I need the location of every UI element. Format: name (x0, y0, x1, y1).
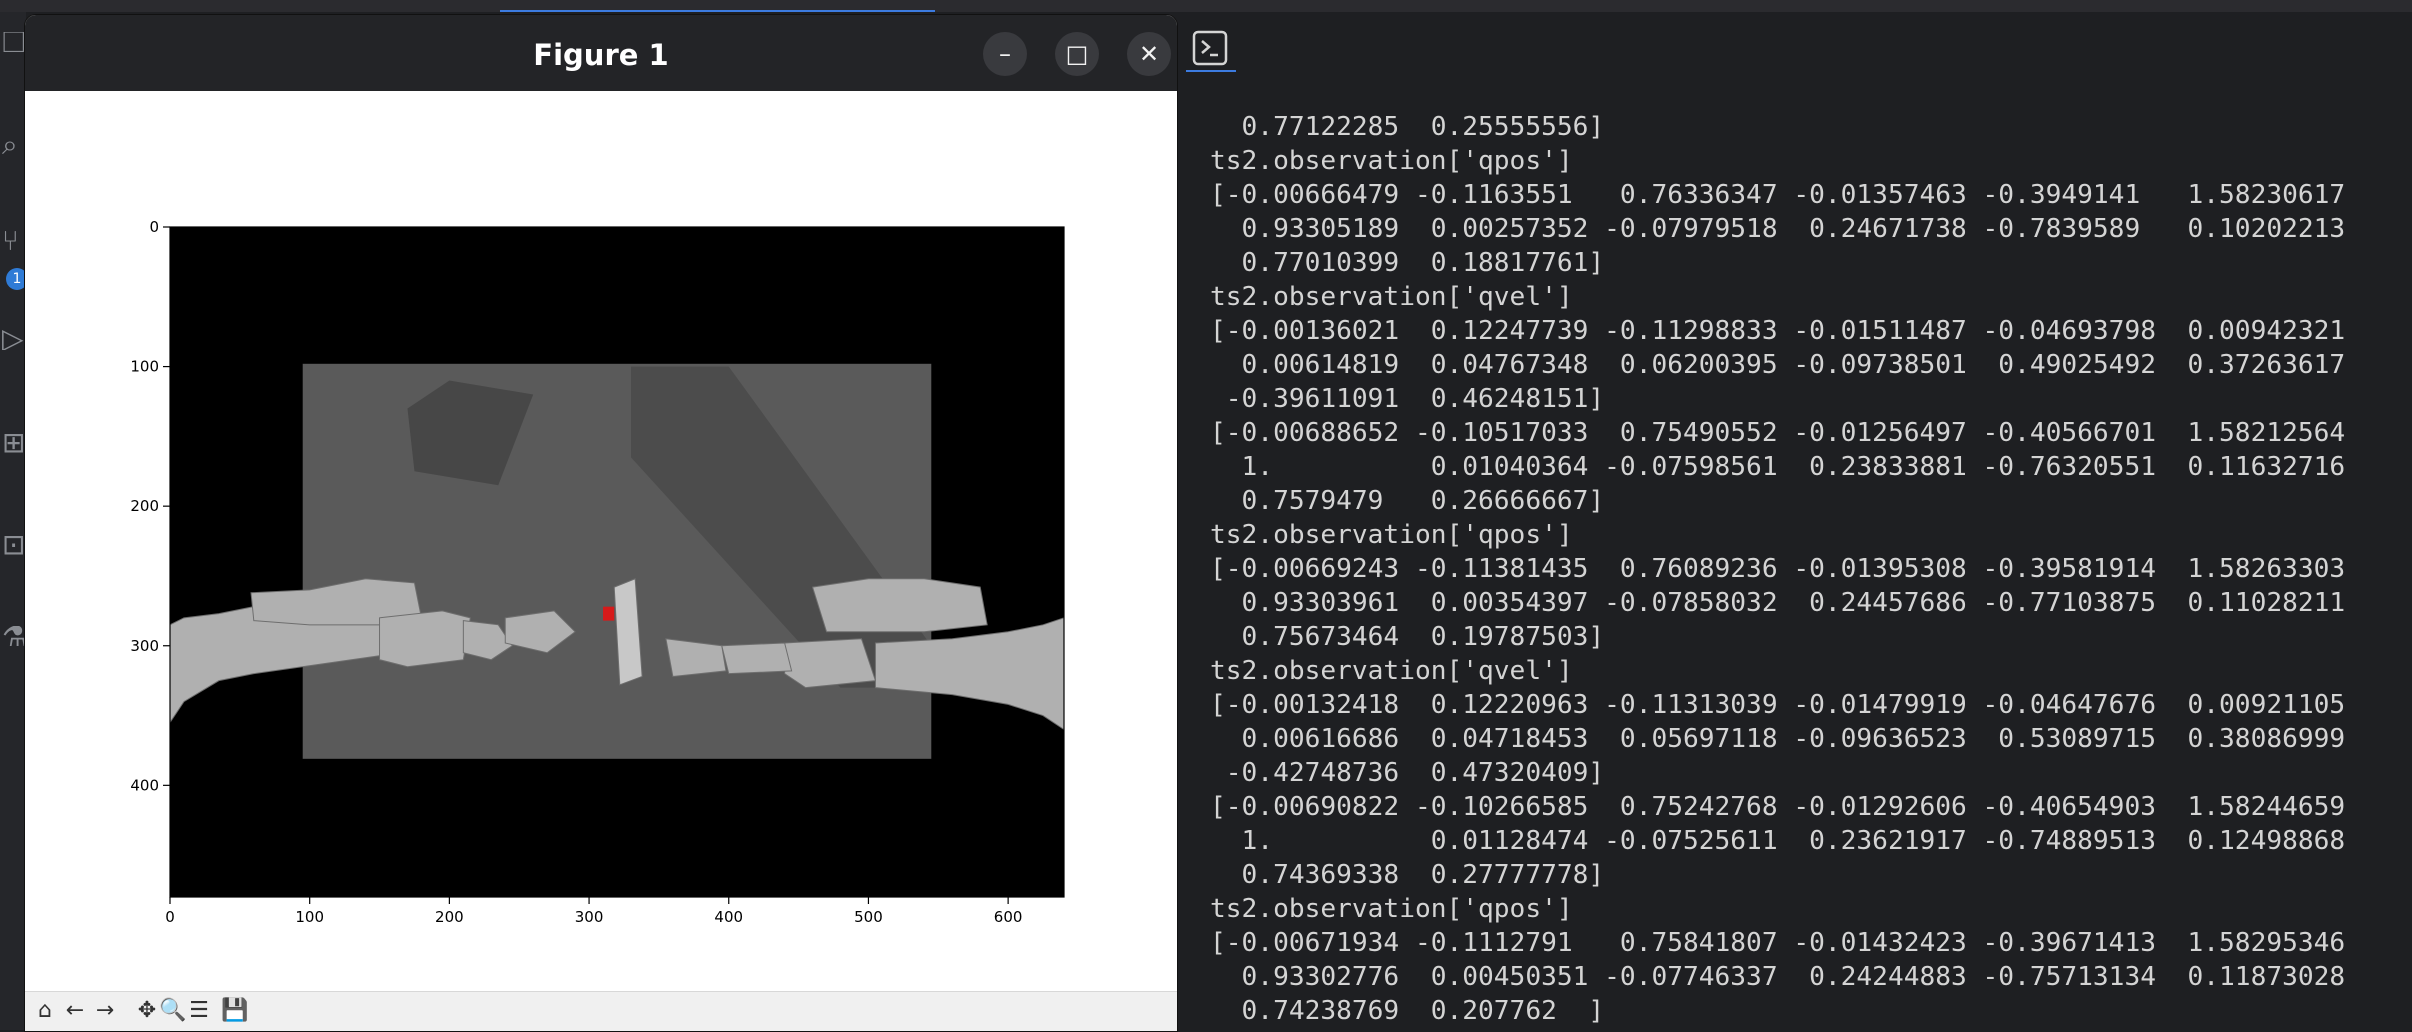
figure-titlebar[interactable]: Figure 1 – □ ✕ (25, 15, 1177, 91)
terminal-line: [-0.00669243 -0.11381435 0.76089236 -0.0… (1210, 554, 2346, 584)
x-tick-label: 100 (295, 908, 324, 926)
terminal-line: 0.93303961 0.00354397 -0.07858032 0.2445… (1210, 588, 2346, 618)
terminal-line: 0.77122285 0.25555556] (1210, 112, 1605, 142)
y-tick-label: 0 (149, 218, 159, 236)
run-debug-icon[interactable]: ▷ (2, 328, 24, 350)
x-tick-label: 300 (575, 908, 604, 926)
terminal-line: [-0.00132418 0.12220963 -0.11313039 -0.0… (1210, 690, 2346, 720)
rendered-camera-image (169, 227, 1065, 897)
editor-tab-strip (0, 0, 2412, 12)
configure-subplots-icon[interactable]: ☰ (185, 996, 213, 1026)
terminal-line: 0.75673464 0.19787503] (1210, 622, 1605, 652)
terminal-icon[interactable] (1192, 30, 1228, 66)
terminal-line: [-0.00666479 -0.1163551 0.76336347 -0.01… (1210, 180, 2346, 210)
home-icon[interactable]: ⌂ (31, 996, 59, 1026)
terminal-line: 1. 0.01040364 -0.07598561 0.23833881 -0.… (1210, 452, 2346, 482)
active-tab-indicator (500, 10, 935, 12)
terminal-line: 0.77010399 0.18817761] (1210, 248, 1605, 278)
right-arm-forearm (784, 638, 877, 689)
save-icon[interactable]: 💾 (221, 996, 249, 1026)
terminal-line: -0.42748736 0.47320409] (1210, 758, 1605, 788)
explorer-icon[interactable]: ❐ (2, 32, 24, 54)
y-tick-label: 200 (130, 497, 159, 515)
y-tick-label: 300 (130, 637, 159, 655)
terminal-tab-indicator (1186, 70, 1236, 72)
y-tick-label: 100 (130, 358, 159, 376)
terminal-line: [-0.00671934 -0.1112791 0.75841807 -0.01… (1210, 928, 2346, 958)
terminal-line: [-0.00690822 -0.10266585 0.75242768 -0.0… (1210, 792, 2346, 822)
figure-window: Figure 1 – □ ✕ 0 100 200 300 400 500 600 0 100 20… (24, 14, 1178, 1032)
red-target (603, 606, 615, 621)
terminal-line: 0.74238769 0.207762 ] (1210, 996, 1605, 1026)
activity-bar: ❐ ⌕ ⑂ 1 ▷ ⊞ ⊡ ⚗ (0, 12, 28, 1030)
back-icon[interactable]: ← (61, 996, 89, 1026)
testing-icon[interactable]: ⚗ (2, 626, 24, 648)
x-tick-label: 200 (435, 908, 464, 926)
left-arm-forearm (379, 610, 471, 668)
terminal-line: [-0.00136021 0.12247739 -0.11298833 -0.0… (1210, 316, 2346, 346)
right-wrist (721, 642, 793, 675)
terminal-line: ts2.observation['qpos'] (1210, 520, 1573, 550)
x-tick-label: 0 (165, 908, 175, 926)
terminal-line: 0.00616686 0.04718453 0.05697118 -0.0963… (1210, 724, 2346, 754)
pan-icon[interactable]: ✥ (133, 996, 161, 1026)
minimize-button[interactable]: – (983, 32, 1027, 76)
plot-canvas[interactable]: 0 100 200 300 400 500 600 0 100 200 300 400 (25, 91, 1177, 991)
terminal-line: ts2.observation['qpos'] (1210, 146, 1573, 176)
forward-icon[interactable]: → (91, 996, 119, 1026)
terminal-line: 0.7579479 0.26666667] (1210, 486, 1605, 516)
navigation-toolbar: ⌂ ← → ✥ 🔍 ☰ 💾 (25, 991, 1177, 1031)
terminal-line: 0.93305189 0.00257352 -0.07979518 0.2467… (1210, 214, 2346, 244)
terminal-line: -0.39611091 0.46248151] (1210, 384, 1605, 414)
terminal-line: ts2.observation['qvel'] (1210, 656, 1573, 686)
plot-svg[interactable]: 0 100 200 300 400 500 600 0 100 200 300 400 (25, 91, 1177, 991)
right-arm-shoulder (811, 578, 988, 633)
x-tick-label: 400 (714, 908, 743, 926)
search-icon[interactable]: ⌕ (2, 134, 24, 156)
zoom-icon[interactable]: 🔍 (159, 996, 187, 1026)
terminal-line: 0.00614819 0.04767348 0.06200395 -0.0973… (1210, 350, 2346, 380)
terminal-line: ts2.observation['qvel'] (1210, 282, 1573, 312)
terminal-line: [-0.00688652 -0.10517033 0.75490552 -0.0… (1210, 418, 2346, 448)
terminal-line: ts2.observation['qpos'] (1210, 894, 1573, 924)
terminal-line: 0.74369338 0.27777778] (1210, 860, 1605, 890)
y-tick-label: 400 (130, 776, 159, 794)
terminal-line: 0.93302776 0.00450351 -0.07746337 0.2424… (1210, 962, 2346, 992)
x-tick-label: 500 (854, 908, 883, 926)
source-control-icon[interactable]: ⑂ (2, 230, 24, 252)
terminal-output: 0.77122285 0.25555556] ts2.observation['q… (1210, 110, 2345, 1028)
maximize-button[interactable]: □ (1055, 32, 1099, 76)
terminal-panel[interactable]: 0.77122285 0.25555556] ts2.observation['q… (1178, 12, 2412, 1030)
close-button[interactable]: ✕ (1127, 32, 1171, 76)
terminal-line: 1. 0.01128474 -0.07525611 0.23621917 -0.… (1210, 826, 2346, 856)
x-tick-label: 600 (994, 908, 1023, 926)
extensions-icon[interactable]: ⊞ (2, 432, 24, 454)
remote-explorer-icon[interactable]: ⊡ (2, 534, 24, 556)
